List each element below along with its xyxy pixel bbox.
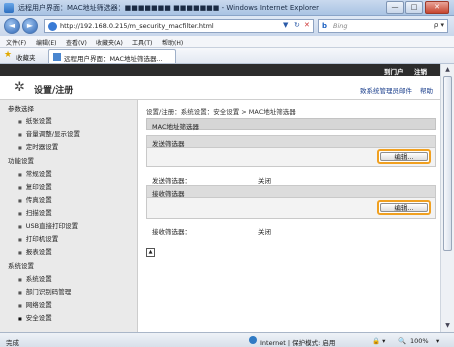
zoom-icon: 🔍 [398,337,407,345]
url-input[interactable]: http://192.168.0.215/m_security_macfilte… [44,19,314,33]
ie-app-icon [4,3,14,13]
maximize-button[interactable]: □ [405,1,423,14]
scroll-down-icon[interactable]: ▼ [443,321,452,330]
receive-filter-edit-button[interactable]: 编辑... [377,200,431,215]
page-header: ✲ 设置/注册 致系统管理员邮件 帮助 [0,76,440,100]
sidebar-item-security[interactable]: 安全设置 [18,312,52,322]
zoom-level[interactable]: 100% [410,337,429,345]
bing-icon: b [322,22,328,30]
sidebar-item-paper[interactable]: 纸张设置 [18,115,52,125]
sidebar-section-system: 系统设置 [8,262,34,270]
gear-icon: ✲ [14,80,25,95]
scroll-thumb[interactable] [443,76,452,251]
back-to-top-icon[interactable]: ▲ [146,248,155,257]
close-button[interactable]: ✕ [425,1,449,14]
sidebar: 参数选择 纸张设置 音量调整/显示设置 定时器设置 功能设置 常规设置 复印设置… [0,100,138,332]
send-filter-edit-label: 编辑... [380,152,428,161]
page-title: 设置/注册 [34,86,74,96]
protected-mode-icon[interactable]: 🔒 ▾ [372,337,385,345]
zoom-dropdown-icon[interactable]: ▾ [436,337,439,345]
forward-button[interactable]: ► [22,18,38,34]
sidebar-item-volume-display[interactable]: 音量调整/显示设置 [18,128,80,138]
menu-bar: 文件(F) 编辑(E) 查看(V) 收藏夹(A) 工具(T) 帮助(H) [0,36,454,48]
search-placeholder: Bing [333,22,348,30]
main-content: 设置/注册：系统设置：安全设置 > MAC地址筛选器 MAC地址筛选器 发送筛选… [138,100,440,332]
sidebar-item-system[interactable]: 系统设置 [18,273,52,283]
vertical-scrollbar[interactable]: ▲ ▼ [440,64,454,332]
address-toolbar: ◄ ► http://192.168.0.215/m_security_macf… [0,16,454,36]
sidebar-item-copy[interactable]: 复印设置 [18,181,52,191]
favorites-label[interactable]: 收藏夹 [16,52,36,62]
receive-filter-box: 接收筛选器 编辑... [146,185,436,219]
stop-icon[interactable]: ✕ [304,21,310,29]
menu-edit[interactable]: 编辑(E) [36,38,56,47]
top-strip: 到门户 注销 [0,64,440,76]
status-bar: 完成 Internet | 保护模式: 启用 🔒 ▾ 🔍 100% ▾ [0,332,454,347]
sidebar-item-department-id[interactable]: 部门识别码管理 [18,286,72,296]
url-text: http://192.168.0.215/m_security_macfilte… [60,22,214,30]
portal-link[interactable]: 到门户 [384,66,404,76]
refresh-icon[interactable]: ↻ [294,21,300,29]
menu-help[interactable]: 帮助(H) [162,38,183,47]
sidebar-section-function: 功能设置 [8,157,34,165]
breadcrumb: 设置/注册：系统设置：安全设置 > MAC地址筛选器 [146,108,296,116]
sidebar-item-usb-print[interactable]: USB直接打印设置 [18,220,78,230]
window-titlebar: 远程用户界面：MAC地址筛选器：■■■■■■■ ■■■■■■■ - Window… [0,0,454,16]
security-zone[interactable]: Internet | 保护模式: 启用 [260,337,335,347]
minimize-button[interactable]: — [386,1,404,14]
sidebar-section-preferences: 参数选择 [8,105,34,113]
admin-mail-link[interactable]: 致系统管理员邮件 [360,85,412,95]
receive-filter-label: 接收筛选器： [152,228,191,236]
sidebar-item-timer[interactable]: 定时器设置 [18,141,59,151]
help-link[interactable]: 帮助 [420,85,433,95]
menu-favorites[interactable]: 收藏夹(A) [96,38,123,47]
receive-filter-edit-label: 编辑... [380,203,428,212]
sidebar-item-network[interactable]: 网络设置 [18,299,52,309]
receive-filter-header: 接收筛选器 [147,186,435,198]
search-input[interactable]: b Bing ρ ▾ [318,19,448,33]
page-icon [48,22,57,31]
sidebar-item-general[interactable]: 常规设置 [18,168,52,178]
menu-view[interactable]: 查看(V) [66,38,87,47]
menu-tools[interactable]: 工具(T) [132,38,152,47]
back-button[interactable]: ◄ [4,18,20,34]
sidebar-item-scan[interactable]: 扫描设置 [18,207,52,217]
send-filter-edit-button[interactable]: 编辑... [377,149,431,164]
tab-page-icon [53,53,61,61]
send-filter-label: 发送筛选器： [152,177,191,185]
tab-label: 远程用户界面：MAC地址筛选器... [64,55,163,63]
section-title-bar: MAC地址筛选器 [146,118,436,131]
scroll-up-icon[interactable]: ▲ [443,65,452,74]
send-filter-value: 关闭 [258,177,271,185]
send-filter-box: 发送筛选器 编辑... [146,135,436,167]
favorites-bar: ★ 收藏夹 远程用户界面：MAC地址筛选器... [0,48,454,64]
status-text: 完成 [6,339,19,347]
window-title: 远程用户界面：MAC地址筛选器：■■■■■■■ ■■■■■■■ - Window… [18,4,320,12]
favorites-star-icon[interactable]: ★ [4,50,12,60]
logout-link[interactable]: 注销 [414,66,427,76]
page-viewport: 到门户 注销 ✲ 设置/注册 致系统管理员邮件 帮助 参数选择 纸张设置 音量调… [0,64,454,332]
send-filter-header: 发送筛选器 [147,136,435,148]
menu-file[interactable]: 文件(F) [6,38,26,47]
sidebar-item-report[interactable]: 报表设置 [18,246,52,256]
section-title: MAC地址筛选器 [152,123,199,131]
search-go-button[interactable]: ρ ▾ [434,21,444,29]
receive-filter-heading: 接收筛选器 [152,190,185,198]
browser-tab[interactable]: 远程用户界面：MAC地址筛选器... [48,49,176,63]
globe-icon [249,336,257,344]
send-filter-heading: 发送筛选器 [152,140,185,148]
sidebar-item-fax[interactable]: 传真设置 [18,194,52,204]
receive-filter-value: 关闭 [258,228,271,236]
dropdown-icon[interactable]: ▼ [283,21,288,29]
sidebar-item-printer[interactable]: 打印机设置 [18,233,59,243]
